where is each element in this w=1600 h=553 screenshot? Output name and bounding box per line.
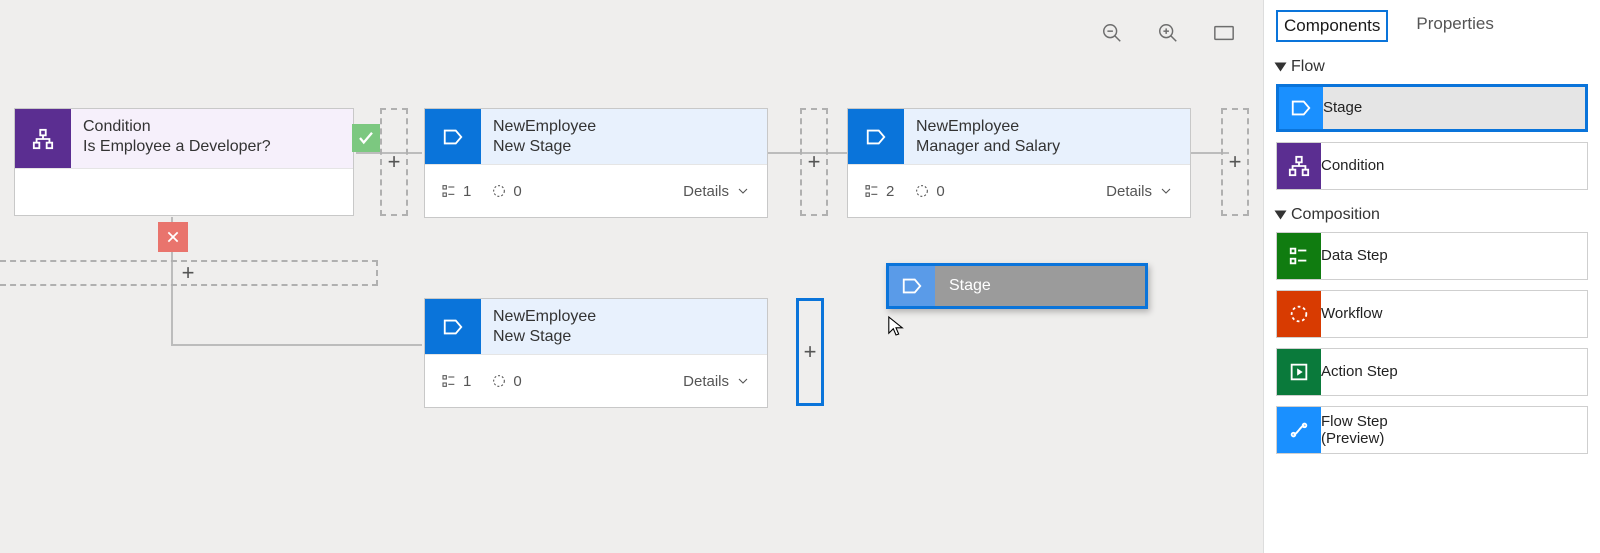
chevron-down-icon [1158, 183, 1174, 199]
component-label: Workflow [1321, 305, 1382, 322]
drag-ghost-stage[interactable]: Stage [886, 263, 1148, 309]
steps-count: 1 [441, 373, 471, 390]
fit-screen-icon[interactable] [1213, 22, 1235, 49]
condition-node[interactable]: Condition Is Employee a Developer? [14, 108, 354, 216]
component-flow-step[interactable]: Flow Step (Preview) [1276, 406, 1588, 454]
dropzone-after-2[interactable]: + [1221, 108, 1249, 216]
zoom-out-icon[interactable] [1101, 22, 1123, 49]
cursor-icon [887, 315, 905, 342]
action-step-icon [1277, 349, 1321, 395]
stage-icon [425, 299, 481, 354]
stage-entity: NewEmployee [493, 307, 596, 327]
flow-step-icon [1277, 407, 1321, 453]
drag-ghost-label: Stage [935, 277, 991, 295]
condition-subtitle: Is Employee a Developer? [83, 137, 271, 157]
workflow-icon [1277, 291, 1321, 337]
component-label: Flow Step (Preview) [1321, 413, 1388, 448]
component-label: Data Step [1321, 247, 1388, 264]
stage-node-1[interactable]: NewEmployee New Stage 1 0 Details [424, 108, 768, 218]
condition-false-icon[interactable] [158, 222, 188, 252]
chevron-down-icon [735, 373, 751, 389]
section-header-composition[interactable]: Composition [1276, 206, 1588, 224]
steps-count: 1 [441, 183, 471, 200]
stage-icon [848, 109, 904, 164]
component-stage[interactable]: Stage [1276, 84, 1588, 132]
chevron-down-icon [735, 183, 751, 199]
component-workflow[interactable]: Workflow [1276, 290, 1588, 338]
dropzone-after-branch-stage[interactable]: + [796, 298, 824, 406]
workflows-count: 0 [491, 373, 521, 390]
sidebar: Components Properties Flow Stage Conditi… [1263, 0, 1600, 553]
workflows-count: 0 [491, 183, 521, 200]
stage-node-branch[interactable]: NewEmployee New Stage 1 0 Details [424, 298, 768, 408]
component-condition[interactable]: Condition [1276, 142, 1588, 190]
stage-icon [889, 266, 935, 306]
zoom-in-icon[interactable] [1157, 22, 1179, 49]
details-toggle[interactable]: Details [683, 373, 751, 390]
condition-icon [1277, 143, 1321, 189]
section-header-flow[interactable]: Flow [1276, 58, 1588, 76]
tab-properties[interactable]: Properties [1410, 10, 1499, 42]
stage-entity: NewEmployee [493, 117, 596, 137]
condition-true-icon [352, 124, 380, 152]
dropzone-below-condition[interactable] [0, 260, 378, 286]
stage-icon [425, 109, 481, 164]
plus-icon: + [388, 149, 401, 175]
dropzone-between-1-2[interactable]: + [800, 108, 828, 216]
plus-icon: + [808, 149, 821, 175]
tab-components[interactable]: Components [1276, 10, 1388, 42]
stage-name: New Stage [493, 137, 596, 157]
stage-entity: NewEmployee [916, 117, 1060, 137]
steps-count: 2 [864, 183, 894, 200]
component-label: Stage [1323, 99, 1362, 116]
component-data-step[interactable]: Data Step [1276, 232, 1588, 280]
stage-name: New Stage [493, 327, 596, 347]
condition-icon [15, 109, 71, 168]
details-toggle[interactable]: Details [1106, 183, 1174, 200]
condition-title: Condition [83, 117, 271, 137]
dropzone-after-condition[interactable]: + [380, 108, 408, 216]
stage-icon [1279, 87, 1323, 129]
stage-node-2[interactable]: NewEmployee Manager and Salary 2 0 Detai… [847, 108, 1191, 218]
collapse-icon [1275, 63, 1287, 72]
collapse-icon [1275, 211, 1287, 220]
data-step-icon [1277, 233, 1321, 279]
plus-icon: + [804, 339, 817, 365]
details-toggle[interactable]: Details [683, 183, 751, 200]
component-label: Condition [1321, 157, 1384, 174]
stage-name: Manager and Salary [916, 137, 1060, 157]
component-action-step[interactable]: Action Step [1276, 348, 1588, 396]
component-label: Action Step [1321, 363, 1398, 380]
workflows-count: 0 [914, 183, 944, 200]
plus-icon: + [1229, 149, 1242, 175]
